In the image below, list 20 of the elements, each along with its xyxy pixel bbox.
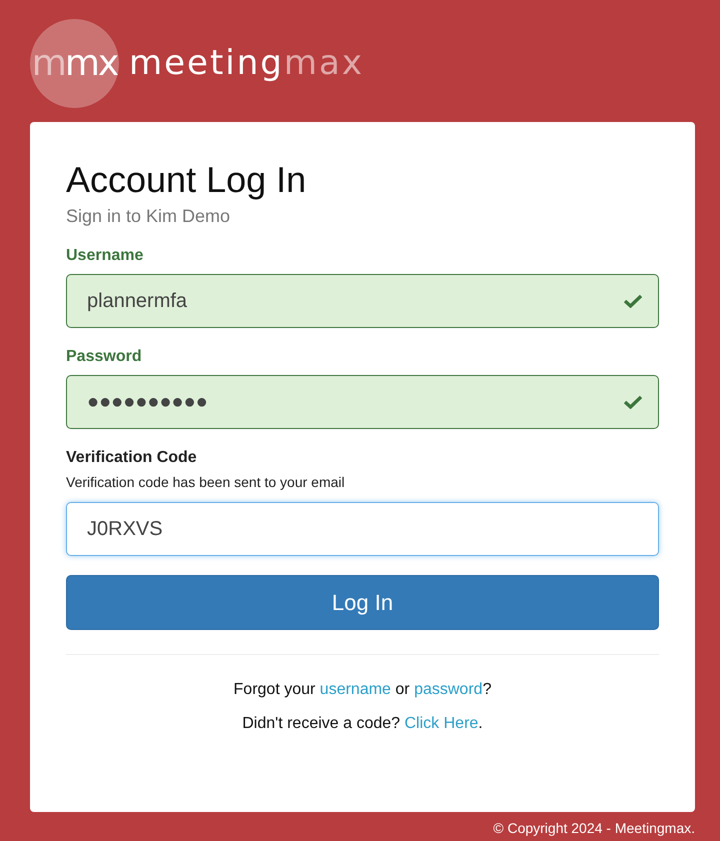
field-label: Username [66,247,144,265]
input-field[interactable]: J0RXVS [66,502,659,556]
input-field[interactable]: plannermfa [66,274,659,328]
text-link[interactable]: username [320,681,391,698]
checkmark-icon [624,395,642,409]
checkmark-icon [624,294,642,308]
help-sentence: Forgot your username or password? [232,681,492,699]
text-link[interactable]: Click Here [404,715,478,732]
page-title: Account Log In [66,158,308,202]
login-button[interactable]: Log In [66,575,659,630]
logo-mark: mmx [30,18,119,108]
field-label: Verification Code [66,449,198,467]
copyright-text: © Copyright 2024 - Meetingmax. [493,820,695,836]
logo-wordmark: meeting max [129,43,364,83]
subtitle: Sign in to Kim Demo [66,206,232,227]
help-sentence: Didn't receive a code? Click Here. [241,715,484,733]
input-field[interactable]: ●●●●●●●●●● [66,375,659,429]
help-text: Verification code has been sent to your email [66,474,346,490]
field-label: Password [66,348,143,366]
text-link[interactable]: password [414,681,483,698]
